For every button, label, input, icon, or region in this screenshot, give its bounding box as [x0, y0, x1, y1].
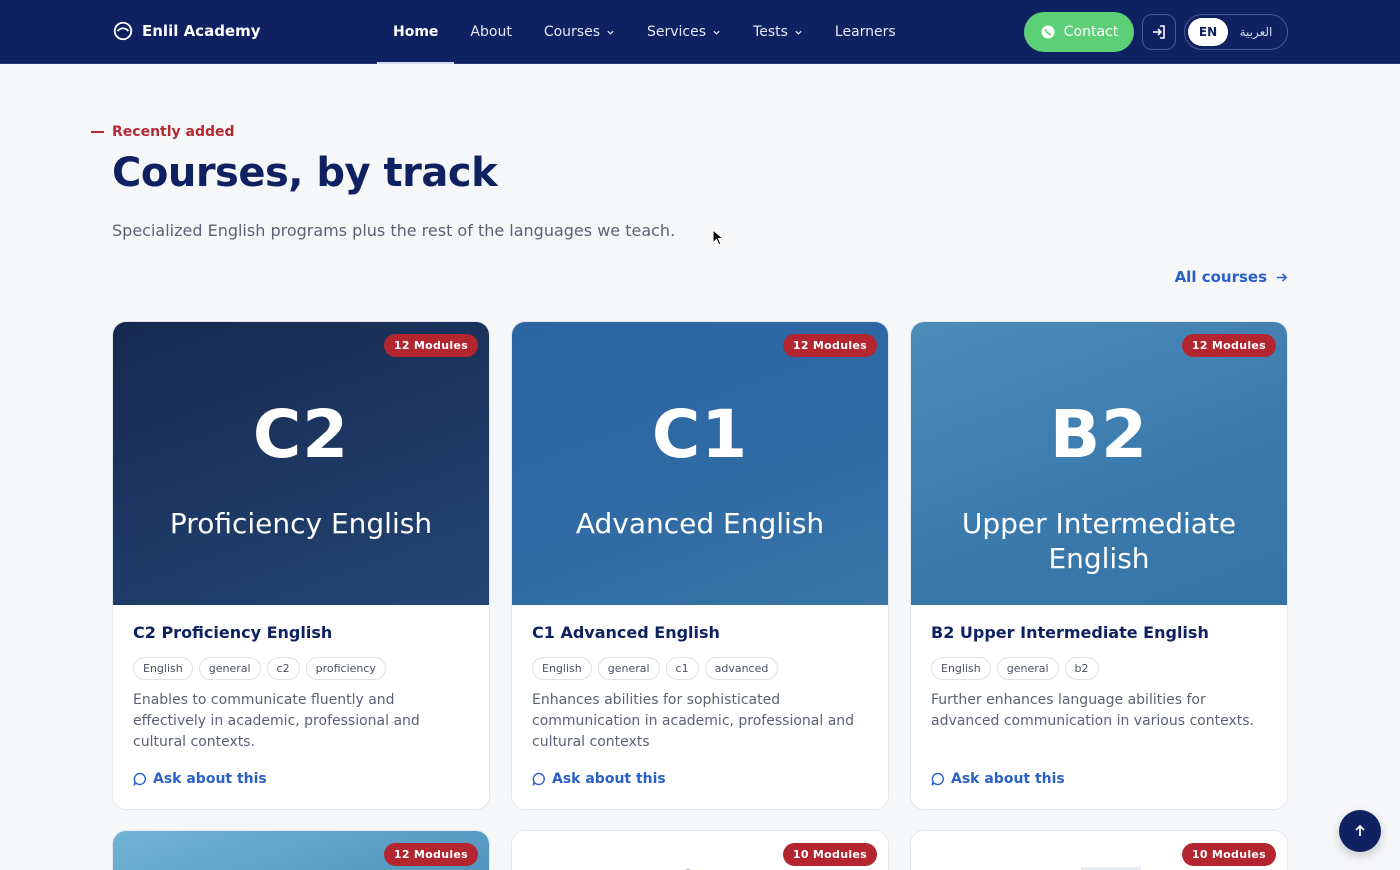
tag[interactable]: c1	[665, 657, 699, 680]
course-level-code: C1	[651, 396, 749, 473]
chat-bubble-icon	[931, 772, 944, 786]
modules-badge: 12 Modules	[782, 334, 877, 357]
course-illustration	[1081, 867, 1141, 870]
course-hero-title: Proficiency English	[169, 507, 433, 540]
ask-label: Ask about this	[951, 771, 1065, 787]
modules-badge: 12 Modules	[383, 843, 478, 866]
brand-name: Enlil Academy	[142, 22, 261, 40]
login-icon	[1153, 25, 1165, 39]
chat-bubble-icon	[532, 772, 545, 786]
chat-bubble-icon	[133, 772, 146, 786]
chevron-down-icon	[713, 30, 720, 35]
lang-ar-option[interactable]: العربية	[1228, 25, 1284, 39]
all-courses-label: All courses	[1174, 268, 1267, 286]
course-hero-title: Advanced English	[575, 507, 825, 540]
course-title[interactable]: C1 Advanced English	[532, 623, 868, 642]
top-navbar: Enlil Academy Home About Courses Service…	[0, 0, 1400, 64]
contact-label: Contact	[1063, 24, 1119, 40]
tag[interactable]: advanced	[704, 657, 779, 680]
modules-badge: 12 Modules	[1181, 334, 1276, 357]
course-hero: 12 Modules C2 Proficiency English	[113, 322, 489, 605]
course-hero: 10 Modules	[911, 831, 1287, 870]
course-card-c2[interactable]: 12 Modules C2 Proficiency English C2 Pro…	[112, 321, 490, 810]
course-description: Further enhances language abilities for …	[931, 692, 1254, 729]
nav-label: Services	[647, 24, 707, 40]
ask-about-button[interactable]: Ask about this	[931, 771, 1065, 787]
course-tags: English general c2 proficiency	[133, 657, 469, 680]
tag[interactable]: c2	[266, 657, 300, 680]
course-card-partial[interactable]: 10 Modules	[511, 830, 889, 870]
arrow-up-icon	[1355, 824, 1365, 836]
main-menu: Home About Courses Services Tests Learne…	[377, 0, 912, 64]
scroll-to-top-button[interactable]	[1339, 810, 1381, 852]
course-description: Enables to communicate fluently and effe…	[133, 692, 420, 750]
ask-label: Ask about this	[552, 771, 666, 787]
nav-label: Tests	[753, 24, 788, 40]
whatsapp-icon	[1041, 25, 1055, 39]
ask-about-button[interactable]: Ask about this	[532, 771, 666, 787]
language-switcher: EN العربية	[1184, 14, 1288, 50]
all-courses-link[interactable]: All courses	[1175, 268, 1288, 286]
brand[interactable]: Enlil Academy	[112, 20, 261, 42]
eyebrow-label: Recently added	[112, 124, 235, 140]
course-hero: 12 Modules B2 Upper Intermediate English	[911, 322, 1287, 605]
nav-item-learners[interactable]: Learners	[819, 0, 912, 64]
ask-about-button[interactable]: Ask about this	[133, 771, 267, 787]
course-tags: English general b2	[931, 657, 1267, 680]
nav-label: About	[470, 24, 512, 40]
nav-item-tests[interactable]: Tests	[737, 0, 819, 64]
course-body: C2 Proficiency English English general c…	[113, 605, 489, 771]
course-card-partial[interactable]: 12 Modules	[112, 830, 490, 870]
course-hero: 10 Modules	[512, 831, 888, 870]
nav-item-courses[interactable]: Courses	[528, 0, 631, 64]
course-card-c1[interactable]: 12 Modules C1 Advanced English C1 Advanc…	[511, 321, 889, 810]
tag[interactable]: b2	[1064, 657, 1099, 680]
course-hero: 12 Modules C1 Advanced English	[512, 322, 888, 605]
nav-item-about[interactable]: About	[454, 0, 527, 64]
chevron-down-icon	[607, 30, 614, 35]
nav-item-services[interactable]: Services	[631, 0, 737, 64]
chevron-down-icon	[795, 30, 802, 35]
tag[interactable]: proficiency	[305, 657, 386, 680]
tag[interactable]: general	[597, 657, 660, 680]
course-illustration	[685, 869, 691, 870]
lang-en-option[interactable]: EN	[1188, 18, 1228, 46]
course-hero: 12 Modules	[113, 831, 489, 870]
nav-label: Home	[393, 24, 439, 40]
section-eyebrow: Recently added	[91, 124, 235, 140]
modules-badge: 12 Modules	[383, 334, 478, 357]
section-title: Courses, by track	[112, 150, 498, 196]
course-card-b2[interactable]: 12 Modules B2 Upper Intermediate English…	[910, 321, 1288, 810]
tag[interactable]: English	[532, 657, 592, 680]
course-grid: 12 Modules C2 Proficiency English C2 Pro…	[112, 321, 1288, 870]
logo-icon	[113, 21, 133, 41]
mouse-cursor-icon	[712, 229, 724, 246]
course-body: C1 Advanced English English general c1 a…	[512, 605, 888, 771]
ask-label: Ask about this	[153, 771, 267, 787]
tag[interactable]: general	[996, 657, 1059, 680]
course-level-code: B2	[1049, 396, 1149, 473]
course-body: B2 Upper Intermediate English English ge…	[911, 605, 1287, 771]
login-button[interactable]	[1142, 14, 1176, 50]
tag[interactable]: English	[931, 657, 991, 680]
modules-badge: 10 Modules	[782, 843, 877, 866]
tag[interactable]: English	[133, 657, 193, 680]
course-title[interactable]: C2 Proficiency English	[133, 623, 469, 642]
course-level-code: C2	[252, 396, 350, 473]
nav-label: Learners	[834, 24, 896, 40]
contact-button[interactable]: Contact	[1024, 12, 1134, 52]
nav-label: Courses	[543, 24, 600, 40]
course-description: Enhances abilities for sophisticated com…	[532, 692, 855, 750]
section-subtitle: Specialized English programs plus the re…	[112, 221, 676, 240]
tag[interactable]: general	[198, 657, 261, 680]
course-card-partial[interactable]: 10 Modules	[910, 830, 1288, 870]
course-tags: English general c1 advanced	[532, 657, 868, 680]
nav-item-home[interactable]: Home	[377, 0, 455, 64]
course-title[interactable]: B2 Upper Intermediate English	[931, 623, 1267, 642]
arrow-right-icon	[1276, 272, 1288, 282]
course-hero-title: Upper Intermediate English	[961, 507, 1237, 575]
eyebrow-dash	[91, 131, 104, 133]
